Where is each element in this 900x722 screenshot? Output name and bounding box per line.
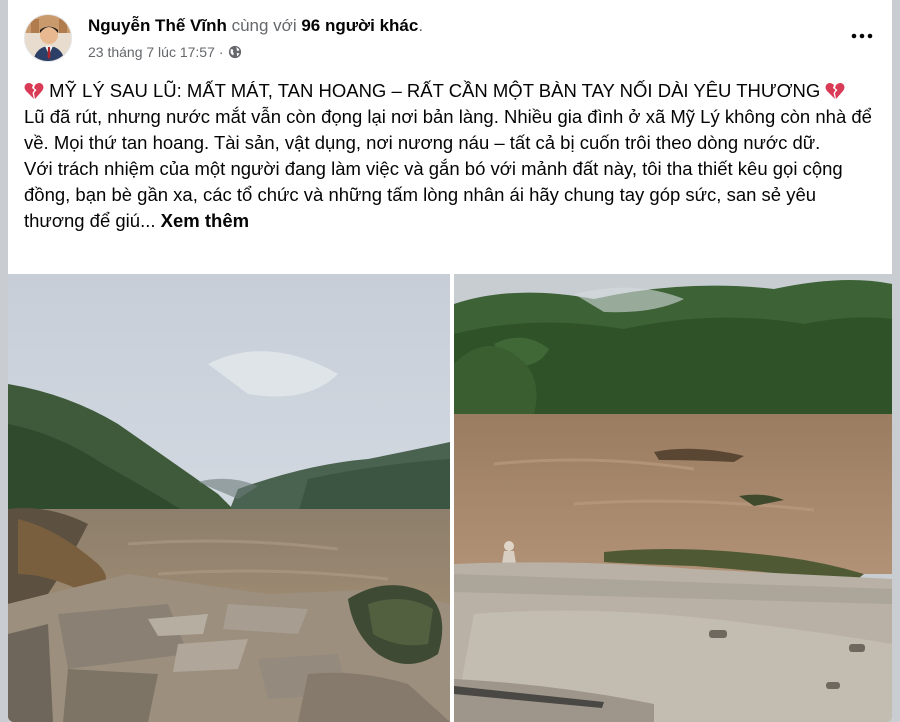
others-suffix: . [418,16,424,35]
post-title-line: MỸ LÝ SAU LŨ: MẤT MÁT, TAN HOANG – RẤT C… [24,78,876,104]
post-meta: 23 tháng 7 lúc 17:57 · [88,44,242,60]
post-text: MỸ LÝ SAU LŨ: MẤT MÁT, TAN HOANG – RẤT C… [24,78,876,234]
author-name[interactable]: Nguyễn Thế Vĩnh [88,16,227,35]
post-timestamp[interactable]: 23 tháng 7 lúc 17:57 [88,44,215,60]
more-options-button[interactable] [848,22,876,50]
post-paragraph-1: Lũ đã rút, nhưng nước mắt vẫn còn đọng l… [24,106,872,153]
post-title: MỸ LÝ SAU LŨ: MẤT MÁT, TAN HOANG – RẤT C… [49,80,821,101]
broken-heart-icon [825,81,845,99]
post-header: Nguyễn Thế Vĩnh cùng với 96 người khác. … [8,0,892,70]
photo-grid [8,274,892,722]
post-photo-2[interactable] [454,274,892,722]
author-line: Nguyễn Thế Vĩnh cùng với 96 người khác. [88,16,423,36]
avatar-photo [25,15,71,61]
post-paragraph-2-text: Với trách nhiệm của một người đang làm v… [24,158,843,231]
author-avatar[interactable] [24,14,72,62]
with-text: cùng với [231,16,297,35]
more-horizontal-icon [851,33,873,39]
globe-icon[interactable] [228,45,242,59]
post-photo-1[interactable] [8,274,450,722]
broken-heart-icon [24,81,44,99]
post-card: Nguyễn Thế Vĩnh cùng với 96 người khác. … [8,0,892,722]
see-more-link[interactable]: Xem thêm [161,210,249,231]
meta-separator: · [218,44,224,60]
post-paragraph-2: Với trách nhiệm của một người đang làm v… [24,156,876,234]
tagged-others-link[interactable]: 96 người khác [301,16,418,35]
